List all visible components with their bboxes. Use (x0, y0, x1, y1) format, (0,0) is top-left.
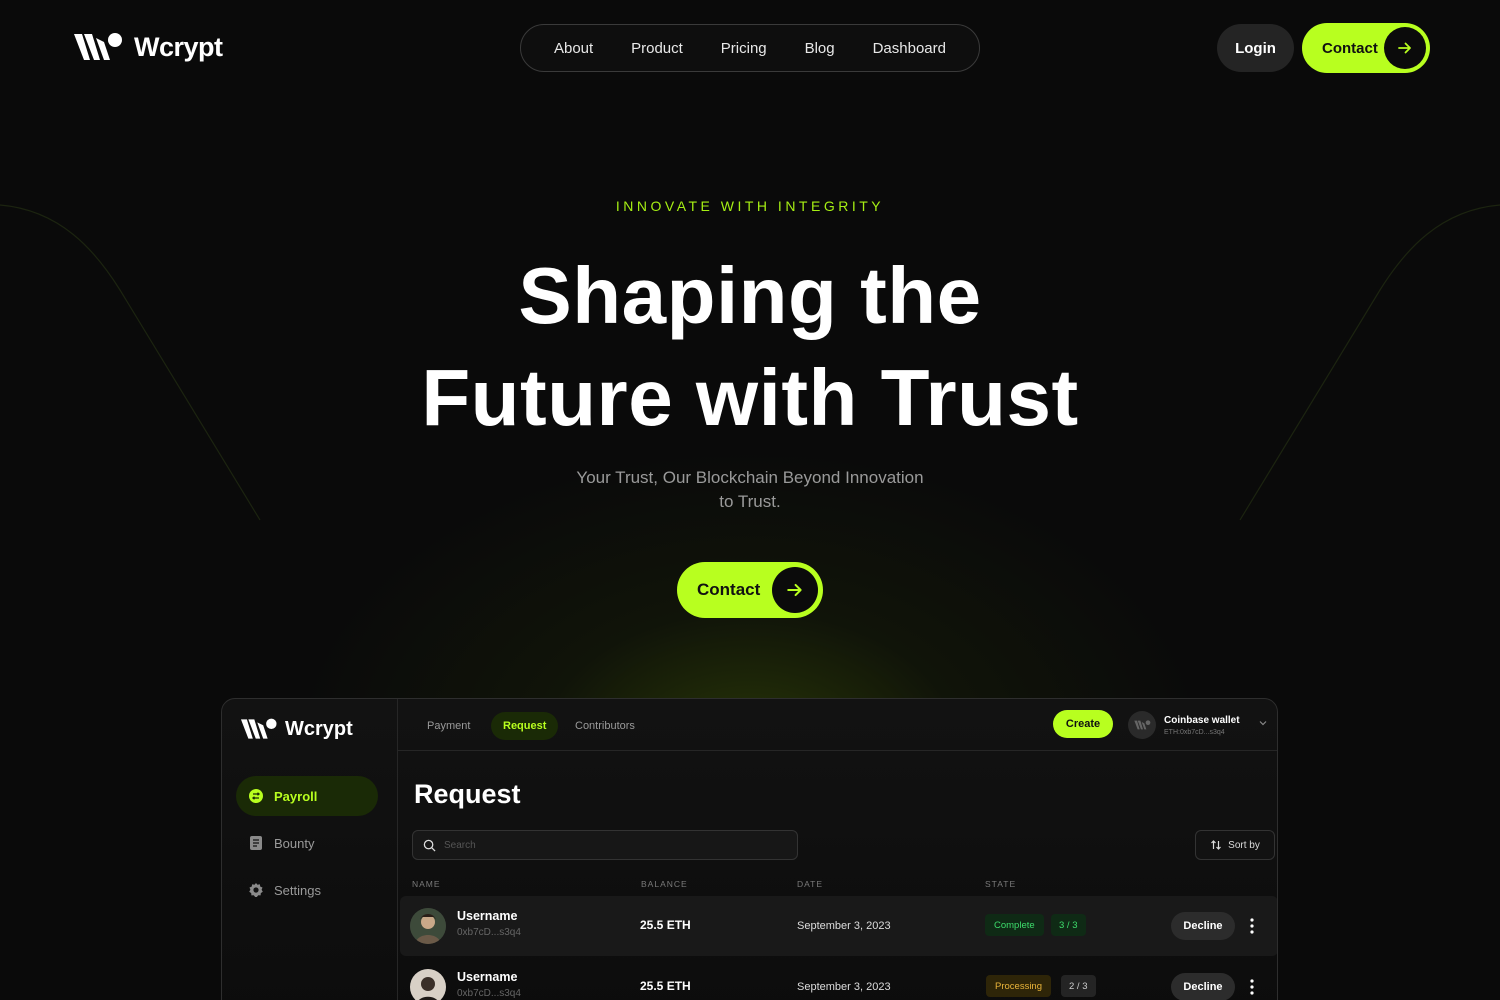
hero-contact-button[interactable]: Contact (677, 562, 823, 618)
nav-link-dashboard[interactable]: Dashboard (873, 40, 946, 57)
sidebar-item-settings[interactable]: Settings (236, 870, 378, 910)
row-username: Username (457, 909, 518, 923)
dashboard-topbar: Payment Request Contributors Create Coin… (398, 699, 1277, 751)
column-header-balance: BALANCE (641, 879, 688, 889)
hero-title-line-2: Future with Trust (421, 353, 1079, 442)
nav-link-pricing[interactable]: Pricing (721, 40, 767, 57)
wallet-name: Coinbase wallet (1164, 714, 1240, 726)
dashboard-sidebar: Wcrypt Payroll Bounty Settings (222, 699, 398, 1000)
progress-count: 3 / 3 (1051, 914, 1086, 936)
row-address: 0xb7cD...s3q4 (457, 988, 521, 999)
wcrypt-logo-icon (1134, 720, 1151, 730)
more-vertical-icon[interactable] (1246, 977, 1258, 997)
hero-eyebrow: INNOVATE WITH INTEGRITY (615, 198, 885, 214)
tab-request[interactable]: Request (491, 712, 559, 740)
row-balance: 25.5 ETH (640, 918, 691, 932)
sort-arrows-icon (1211, 840, 1222, 850)
row-username: Username (457, 970, 518, 984)
sort-button[interactable]: Sort by (1195, 830, 1275, 860)
hero-title-line-1: Shaping the (518, 251, 982, 340)
site-header: Wcrypt About Product Pricing Blog Dashbo… (30, 0, 1470, 96)
row-balance: 25.5 ETH (640, 979, 691, 993)
dashboard-logo[interactable]: Wcrypt (238, 716, 353, 742)
column-header-state: STATE (985, 879, 1017, 889)
progress-count: 2 / 3 (1061, 975, 1096, 997)
table-row[interactable]: Username 0xb7cD...s3q4 25.5 ETH Septembe… (400, 957, 1277, 1000)
sidebar-item-label: Payroll (274, 788, 318, 804)
column-header-name: NAME (412, 879, 441, 889)
row-address: 0xb7cD...s3q4 (457, 927, 521, 938)
wallet-address: ETH:0xb7cD...s3q4 (1164, 728, 1225, 736)
header-contact-label: Contact (1322, 39, 1378, 57)
brand-logo[interactable]: Wcrypt (70, 30, 223, 64)
wallet-avatar (1128, 711, 1156, 739)
page-title: Request (414, 779, 521, 809)
dashboard-preview: Wcrypt Payroll Bounty Settings Payment R… (221, 698, 1278, 1000)
tab-contributors[interactable]: Contributors (563, 712, 647, 740)
brand-name: Wcrypt (134, 31, 223, 62)
hero-subtitle: Your Trust, Our Blockchain Beyond Innova… (576, 468, 924, 511)
create-button[interactable]: Create (1053, 710, 1113, 738)
payroll-icon (249, 789, 263, 803)
avatar (410, 969, 446, 1000)
row-date: September 3, 2023 (797, 981, 891, 993)
search-field[interactable] (412, 830, 798, 860)
search-input[interactable] (444, 839, 774, 851)
gear-icon (249, 883, 263, 897)
status-badge: Complete (985, 914, 1044, 936)
nav-link-blog[interactable]: Blog (805, 40, 835, 57)
arrow-right-icon (1384, 27, 1426, 69)
login-button[interactable]: Login (1217, 24, 1294, 72)
wcrypt-logo-icon (240, 718, 277, 739)
arrow-right-icon (772, 567, 818, 613)
header-contact-button[interactable]: Contact (1302, 23, 1430, 73)
nav-link-product[interactable]: Product (631, 40, 683, 57)
sidebar-item-label: Settings (274, 882, 321, 898)
column-header-date: DATE (797, 879, 824, 889)
sidebar-item-payroll[interactable]: Payroll (236, 776, 378, 816)
row-date: September 3, 2023 (797, 920, 891, 932)
sidebar-item-label: Bounty (274, 835, 315, 851)
document-icon (250, 836, 262, 850)
dashboard-brand-name: Wcrypt (285, 717, 353, 740)
wallet-info: Coinbase wallet ETH:0xb7cD...s3q4 (1164, 715, 1240, 736)
status-badge: Processing (986, 975, 1051, 997)
avatar (410, 908, 446, 944)
wcrypt-logo-icon (74, 33, 122, 60)
nav-link-about[interactable]: About (554, 40, 593, 57)
hero-contact-label: Contact (697, 580, 761, 599)
sort-label: Sort by (1228, 839, 1260, 851)
main-nav: About Product Pricing Blog Dashboard (520, 24, 980, 72)
more-vertical-icon[interactable] (1246, 916, 1258, 936)
tab-payment[interactable]: Payment (415, 712, 482, 740)
search-icon (423, 839, 436, 852)
hero-title: Shaping the Future with Trust (0, 245, 1500, 449)
chevron-down-icon (1259, 721, 1267, 726)
decline-button[interactable]: Decline (1171, 912, 1235, 940)
decline-button[interactable]: Decline (1171, 973, 1235, 1000)
wallet-selector[interactable]: Coinbase wallet ETH:0xb7cD...s3q4 (1128, 709, 1268, 741)
sidebar-item-bounty[interactable]: Bounty (236, 823, 378, 863)
table-row[interactable]: Username 0xb7cD...s3q4 25.5 ETH Septembe… (400, 896, 1277, 956)
